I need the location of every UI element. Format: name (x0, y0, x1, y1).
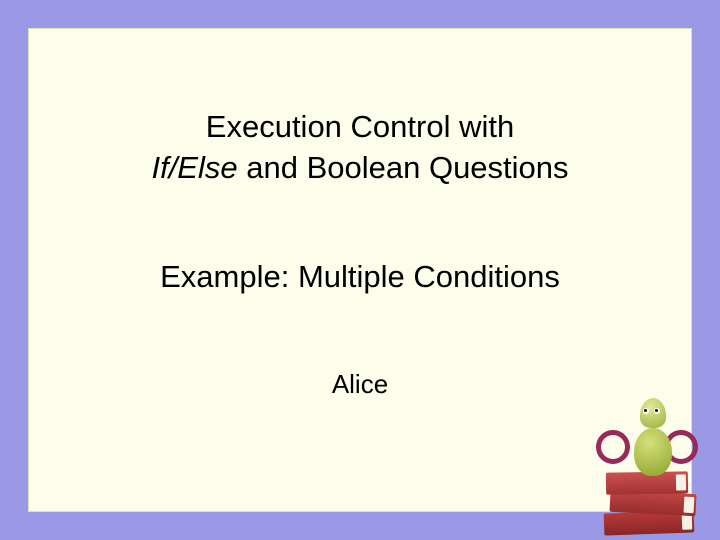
slide-title: Execution Control with If/Else and Boole… (29, 107, 691, 189)
creature-icon (626, 398, 680, 476)
title-italic-term: If/Else (151, 150, 237, 185)
title-line-1: Execution Control with (29, 107, 691, 148)
title-line-2-rest: and Boolean Questions (238, 150, 569, 185)
slide-subtitle: Example: Multiple Conditions (29, 259, 691, 295)
wheel-icon (596, 430, 630, 464)
books-creature-clipart (592, 354, 712, 534)
title-line-2: If/Else and Boolean Questions (29, 148, 691, 189)
